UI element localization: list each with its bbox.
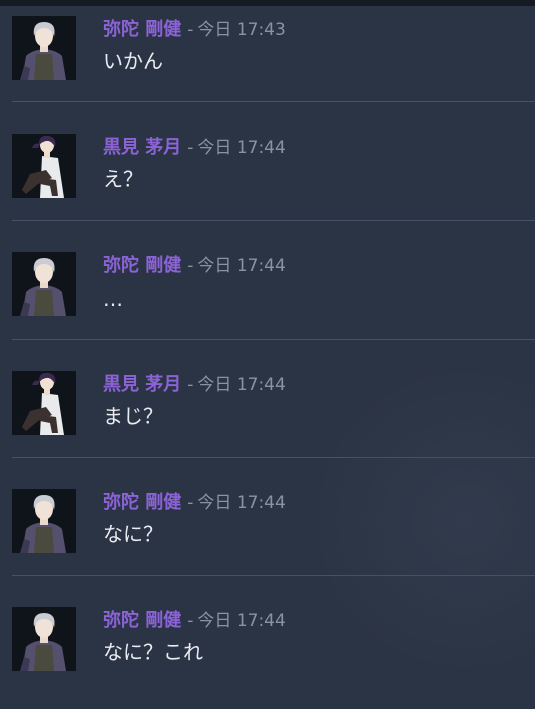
silver-hair-avatar[interactable] [12, 489, 76, 553]
message-text: え？ [103, 167, 143, 191]
dark-hair-avatar[interactable] [12, 371, 76, 435]
message: 黒見 茅月 - 今日 17:44 え？ [0, 118, 535, 236]
message: 弥陀 剛健 - 今日 17:44 … [0, 236, 535, 354]
timestamp: 今日 17:43 [197, 20, 286, 40]
author-name[interactable]: 弥陀 剛健 [103, 492, 181, 513]
message-divider [12, 101, 535, 102]
author-name[interactable]: 黒見 茅月 [103, 137, 181, 158]
dark-hair-avatar[interactable] [12, 134, 76, 198]
message-text: まじ？ [103, 404, 163, 428]
timestamp: 今日 17:44 [197, 493, 286, 513]
message-header: 弥陀 剛健 - 今日 17:44 [103, 491, 286, 515]
message-header: 黒見 茅月 - 今日 17:44 [103, 136, 286, 160]
message-divider [12, 220, 535, 221]
message-text: なに？これ [103, 640, 203, 664]
author-name[interactable]: 黒見 茅月 [103, 374, 181, 395]
message-header: 弥陀 剛健 - 今日 17:44 [103, 254, 286, 278]
message-divider [12, 339, 535, 340]
silver-hair-avatar[interactable] [12, 252, 76, 316]
message: 黒見 茅月 - 今日 17:44 まじ？ [0, 355, 535, 473]
message: 弥陀 剛健 - 今日 17:44 なに？ [0, 473, 535, 591]
message-header: 弥陀 剛健 - 今日 17:44 [103, 609, 286, 633]
separator: - [187, 611, 194, 631]
author-name[interactable]: 弥陀 剛健 [103, 19, 181, 40]
message-text: なに？ [103, 522, 163, 546]
message-text: … [103, 287, 123, 311]
author-name[interactable]: 弥陀 剛健 [103, 610, 181, 631]
separator: - [187, 375, 194, 395]
message-text: いかん [103, 49, 163, 73]
author-name[interactable]: 弥陀 剛健 [103, 255, 181, 276]
message-header: 黒見 茅月 - 今日 17:44 [103, 373, 286, 397]
timestamp: 今日 17:44 [197, 138, 286, 158]
separator: - [187, 138, 194, 158]
message-divider [12, 457, 535, 458]
timestamp: 今日 17:44 [197, 611, 286, 631]
message-divider [12, 575, 535, 576]
timestamp: 今日 17:44 [197, 256, 286, 276]
message-feed[interactable]: 弥陀 剛健-今日 17:43 いかん 黒見 茅月-今日 17:44 え？ [0, 0, 535, 680]
separator: - [187, 256, 194, 276]
silver-hair-avatar[interactable] [12, 607, 76, 671]
separator: - [187, 493, 194, 513]
message-header: 弥陀 剛健 - 今日 17:43 [103, 18, 286, 42]
separator: - [187, 20, 194, 40]
timestamp: 今日 17:44 [197, 375, 286, 395]
message: 弥陀 剛健 - 今日 17:44 なに？これ [0, 591, 535, 709]
silver-hair-avatar[interactable] [12, 16, 76, 80]
